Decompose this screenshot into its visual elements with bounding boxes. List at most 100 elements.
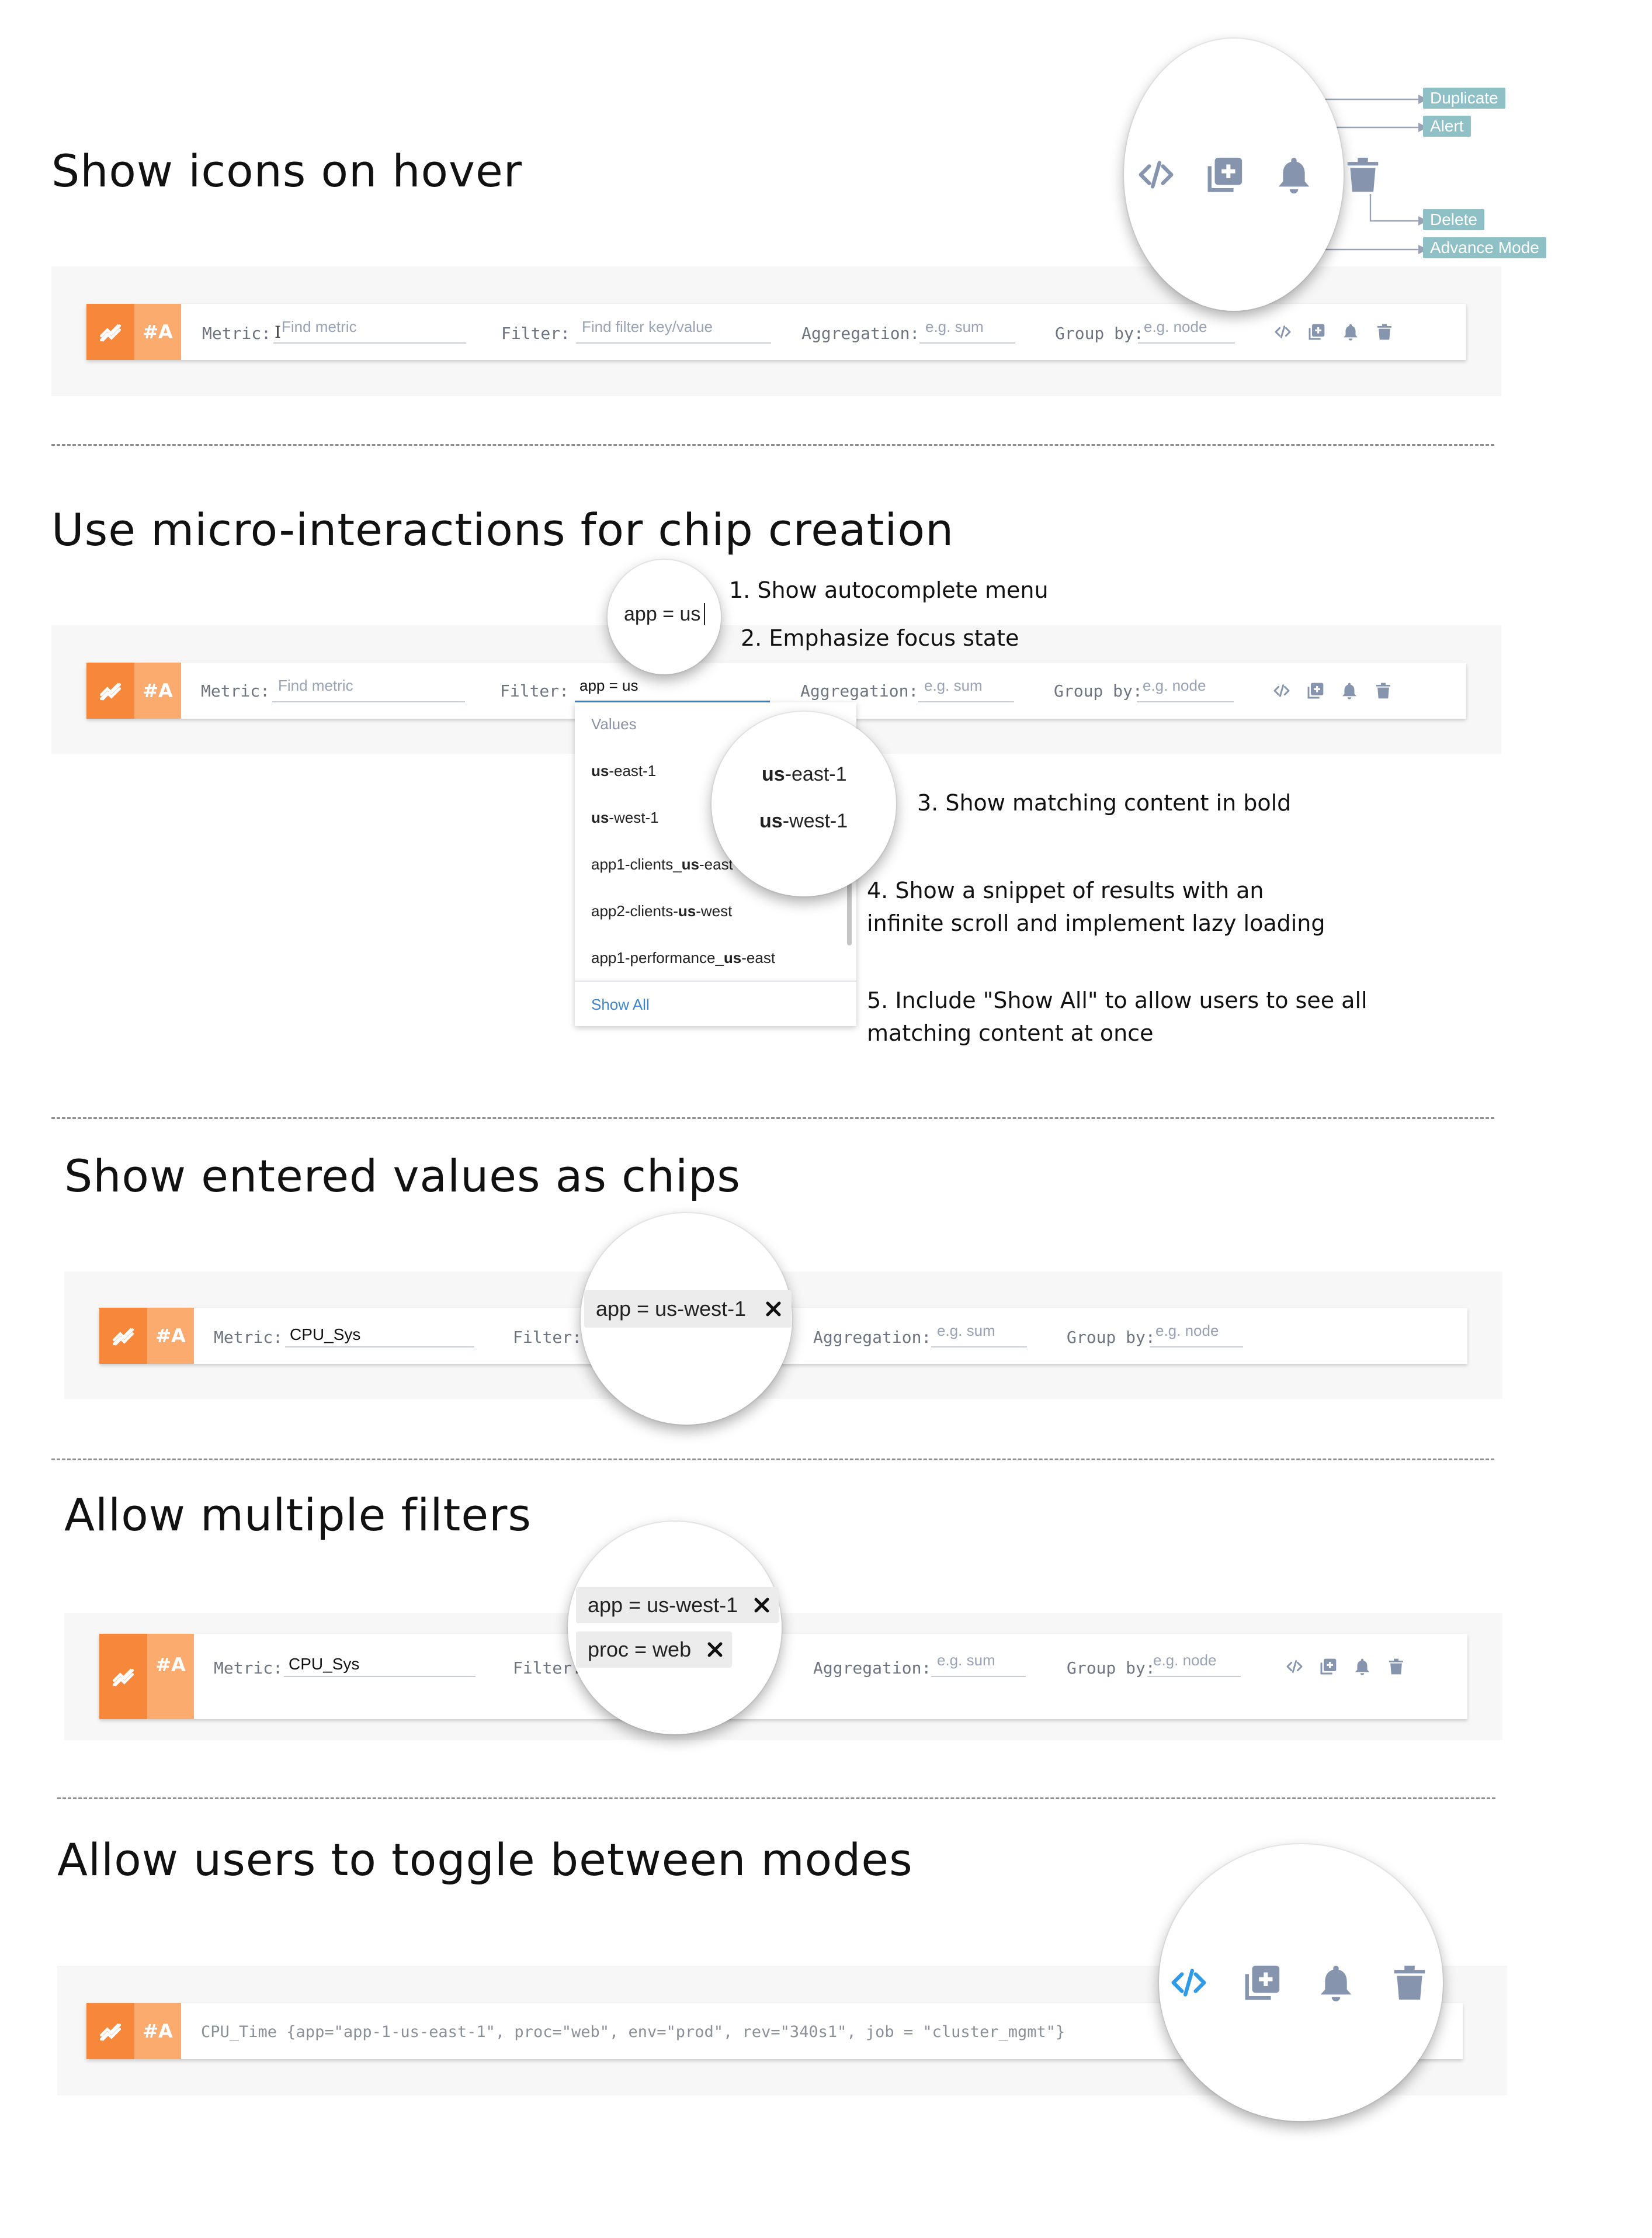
- duplicate-icon[interactable]: [1242, 1962, 1283, 2003]
- chip-label: proc = web: [588, 1637, 692, 1661]
- bell-icon[interactable]: [1273, 154, 1314, 195]
- query-tag[interactable]: #A: [134, 2003, 181, 2059]
- trash-icon[interactable]: [1375, 323, 1394, 341]
- groupby-placeholder: e.g. node: [1144, 318, 1207, 335]
- metric-label: Metric:: [214, 1328, 283, 1347]
- autocomplete-item[interactable]: us-east-1: [591, 762, 656, 780]
- bell-icon[interactable]: [1341, 323, 1360, 341]
- section-title-hover-icons: Show icons on hover: [51, 145, 523, 197]
- trash-icon[interactable]: [1387, 1657, 1405, 1676]
- groupby-input[interactable]: e.g. node: [1138, 317, 1235, 344]
- close-icon[interactable]: [763, 1299, 783, 1319]
- code-icon[interactable]: [1168, 1962, 1209, 2003]
- groupby-placeholder: e.g. node: [1143, 677, 1206, 694]
- query-row-4: #A Metric: CPU_Sys Filter: Aggregation: …: [99, 1634, 1467, 1719]
- match-rest: -east-1: [609, 762, 657, 780]
- metric-input[interactable]: CPU_Sys: [284, 1650, 476, 1677]
- match-rest: -west-1: [609, 809, 659, 826]
- zoom-match-2: us-west-1: [759, 810, 848, 832]
- callout-alert: Alert: [1423, 116, 1471, 137]
- code-icon[interactable]: [1136, 154, 1176, 195]
- section-title-toggle-modes: Allow users to toggle between modes: [57, 1834, 913, 1886]
- code-icon[interactable]: [1272, 681, 1291, 700]
- groupby-label: Group by:: [1054, 681, 1143, 701]
- aggregation-input[interactable]: e.g. sum: [918, 675, 1014, 702]
- autocomplete-header: Values: [591, 715, 637, 733]
- row-action-icons: [1272, 681, 1393, 700]
- chart-icon[interactable]: [86, 304, 134, 360]
- aggregation-input[interactable]: e.g. sum: [931, 1321, 1027, 1347]
- autocomplete-item[interactable]: app2-clients-us-west: [591, 902, 732, 920]
- match-bold: us: [591, 809, 609, 826]
- aggregation-label: Aggregation:: [813, 1658, 932, 1678]
- query-tag[interactable]: #A: [147, 1308, 194, 1364]
- bell-icon[interactable]: [1316, 1962, 1356, 2003]
- trash-icon[interactable]: [1389, 1962, 1430, 2003]
- match-rest: -east: [699, 855, 733, 873]
- chart-icon[interactable]: [86, 663, 134, 719]
- groupby-input[interactable]: e.g. node: [1147, 1650, 1241, 1677]
- filter-chip[interactable]: proc = web: [576, 1631, 733, 1668]
- advanced-query-text[interactable]: CPU_Time {app="app-1-us-east-1", proc="w…: [201, 2023, 1065, 2041]
- duplicate-icon[interactable]: [1307, 323, 1326, 341]
- zoom-match-1: us-east-1: [762, 763, 847, 785]
- autocomplete-item[interactable]: app1-clients_us-east: [591, 855, 733, 874]
- section-title-chip-creation: Use micro-interactions for chip creation: [51, 504, 955, 556]
- code-icon[interactable]: [1285, 1657, 1304, 1676]
- section-divider: [51, 1458, 1494, 1460]
- match-bold: us: [591, 762, 609, 780]
- note-infinite-scroll: 4. Show a snippet of results with an inf…: [867, 878, 1325, 936]
- chart-icon[interactable]: [99, 1634, 147, 1719]
- duplicate-icon[interactable]: [1306, 681, 1325, 700]
- match-rest: -west: [696, 902, 733, 920]
- metric-input[interactable]: Find metric I: [273, 317, 466, 344]
- bell-icon[interactable]: [1340, 681, 1359, 700]
- section-divider: [51, 1117, 1494, 1119]
- groupby-label: Group by:: [1055, 324, 1144, 343]
- duplicate-icon[interactable]: [1319, 1657, 1338, 1676]
- aggregation-input[interactable]: e.g. sum: [919, 317, 1015, 344]
- filter-input-focused[interactable]: app = us: [575, 675, 770, 702]
- show-all-link[interactable]: Show All: [591, 996, 650, 1014]
- query-tag[interactable]: #A: [134, 663, 181, 719]
- bell-icon[interactable]: [1353, 1657, 1372, 1676]
- groupby-label: Group by:: [1067, 1658, 1155, 1678]
- filter-chip[interactable]: app = us-west-1: [576, 1587, 779, 1623]
- metric-input[interactable]: Find metric: [272, 675, 465, 702]
- aggregation-label: Aggregation:: [800, 681, 919, 701]
- metric-placeholder: Find metric: [278, 677, 353, 694]
- metric-input[interactable]: CPU_Sys: [285, 1321, 474, 1347]
- match-prefix: app2-clients-: [591, 902, 678, 920]
- trash-icon[interactable]: [1342, 154, 1383, 195]
- autocomplete-item[interactable]: app1-performance_us-east: [591, 949, 775, 967]
- metric-label: Metric:: [202, 324, 272, 343]
- metric-label: Metric:: [201, 681, 270, 701]
- match-bold: us: [681, 855, 699, 873]
- duplicate-icon[interactable]: [1205, 154, 1245, 195]
- metric-value: CPU_Sys: [290, 1325, 361, 1343]
- chart-icon[interactable]: [86, 2003, 134, 2059]
- close-icon[interactable]: [752, 1595, 772, 1615]
- filter-input[interactable]: Find filter key/value: [576, 317, 771, 344]
- zoom-action-icons: [1136, 154, 1383, 195]
- row-action-icons: [1273, 323, 1394, 341]
- groupby-input[interactable]: e.g. node: [1150, 1321, 1243, 1347]
- zoom-action-icons: [1168, 1962, 1430, 2003]
- query-tag[interactable]: #A: [147, 1634, 194, 1719]
- filter-chip[interactable]: app = us-west-1: [584, 1290, 792, 1328]
- metric-placeholder: Find metric: [282, 318, 357, 335]
- match-bold: us: [723, 949, 742, 966]
- close-icon[interactable]: [705, 1640, 725, 1660]
- trash-icon[interactable]: [1374, 681, 1393, 700]
- code-icon[interactable]: [1273, 323, 1292, 341]
- groupby-input[interactable]: e.g. node: [1137, 675, 1234, 702]
- note-show-all: 5. Include "Show All" to allow users to …: [867, 988, 1368, 1046]
- aggregation-input[interactable]: e.g. sum: [931, 1650, 1026, 1677]
- chart-icon[interactable]: [99, 1308, 147, 1364]
- menu-scrollbar[interactable]: [847, 881, 852, 945]
- autocomplete-item[interactable]: us-west-1: [591, 809, 659, 827]
- section-divider: [51, 444, 1494, 446]
- section-title-multiple-filters: Allow multiple filters: [64, 1489, 532, 1541]
- text-cursor-icon: I: [275, 323, 282, 342]
- query-tag[interactable]: #A: [134, 304, 181, 360]
